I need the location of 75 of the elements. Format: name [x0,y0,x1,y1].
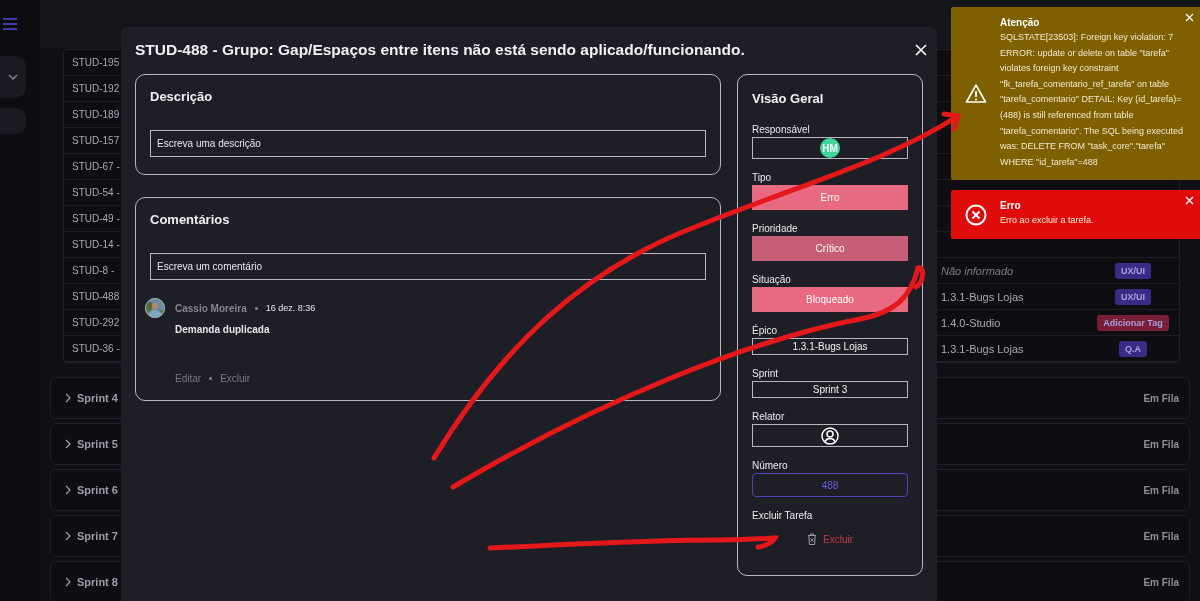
chevron-right-icon [65,577,71,587]
field-label: Prioridade [752,223,799,234]
section-heading: Visão Geral [752,91,825,106]
trash-icon [807,533,817,545]
close-icon [1185,13,1194,22]
field-label: Épico [752,325,778,336]
sprint-name: Sprint 8 [77,576,118,588]
comment-field[interactable]: Escreva um comentário [150,253,706,280]
toast-title: Erro [1000,200,1022,212]
comment-text: Demanda duplicada [175,324,271,335]
tag-badge[interactable]: UX/UI [1115,288,1151,305]
field-label: Responsável [752,124,811,135]
field-label: Tipo [752,172,773,183]
sprint-name: Sprint 5 [77,438,118,450]
chevron-right-icon [65,485,71,495]
sprint-name: Sprint 7 [77,530,118,542]
select-field[interactable]: 1.3.1-Bugs Lojas [752,338,908,355]
task-id[interactable]: STUD-192 [72,83,120,94]
field-label: Excluir Tarefa [752,510,814,521]
task-id[interactable]: STUD-8 - [72,265,115,276]
error-icon [965,203,987,226]
task-id[interactable]: STUD-36 - [72,343,120,354]
epic-cell-text: 1.3.1-Bugs Lojas [940,290,1024,303]
sprint-status: Em Fila [1143,576,1179,588]
comment-action-link[interactable]: Editar [175,373,202,384]
separator-dot [254,306,258,310]
task-id[interactable]: STUD-49 - [72,213,120,224]
tag-badge[interactable]: Q.A [1119,340,1147,357]
comment-author: Cassio Moreira [175,302,247,314]
task-id[interactable]: STUD-157 [72,135,120,146]
task-id[interactable]: STUD-195 [72,57,120,68]
warning-icon [965,82,987,105]
close-icon [915,44,927,56]
comment-time: 16 dez. 8:36 [265,303,316,313]
chevron-right-icon [65,439,71,449]
sprint-status: Em Fila [1143,438,1179,450]
chevron-right-icon [65,393,71,403]
close-button[interactable] [915,44,927,56]
field-label: Situação [752,274,792,285]
toast-message: SQLSTATE[23503]: Foreign key violation: 7 ERROR: update or delete on table "tarefa" violates foreign key constraint "fk_tarefa_comentario_ref_tarefa" on table "tarefa_comentario" DETAIL: Key (id_tarefa)=(488) is still referenced from table "tarefa_comentario". The SQL being executed was: DELETE FROM "task_core"."tarefa" WHERE "id_tarefa"=488 [1000,31,1184,169]
user-icon [821,426,839,445]
field-label: Número [752,460,789,471]
task-id[interactable]: STUD-14 - [72,239,120,250]
field-label: Sprint [752,368,780,379]
comment-action-link[interactable]: Excluir [220,373,251,384]
description-field[interactable]: Escreva uma descrição [150,130,706,157]
field-label: Relator [752,411,786,422]
epic-cell-text: 1.3.1-Bugs Lojas [940,342,1024,355]
chevron-down-icon[interactable] [8,74,18,80]
select-field[interactable]: Sprint 3 [752,381,908,398]
task-id[interactable]: STUD-189 [72,109,120,120]
sprint-status: Em Fila [1143,392,1179,404]
avatar-badge: HM [820,138,840,158]
sprint-name: Sprint 6 [77,484,118,496]
section-heading: Descrição [150,89,214,104]
tag-badge[interactable]: Adicionar Tag [1097,314,1169,331]
modal-title: STUD-488 - Grupo: Gap/Espaços entre itens não está sendo aplicado/funcionando. [135,41,745,59]
sprint-name: Sprint 4 [77,392,118,404]
sprint-status: Em Fila [1143,530,1179,542]
task-id[interactable]: STUD-67 - [72,161,120,172]
reporter-field[interactable] [752,424,908,447]
epic-cell-text: Não informado [940,264,1014,277]
sprint-status: Em Fila [1143,484,1179,496]
toast-title: Atenção [1000,17,1041,28]
toast-message: Erro ao excluir a tarefa. [1000,214,1095,228]
task-id[interactable]: STUD-54 - [72,187,120,198]
chevron-right-icon [65,531,71,541]
epic-cell-text: 1.4.0-Studio [940,316,1001,329]
section-heading: Comentários [150,212,231,227]
select-field[interactable]: Crítico [752,236,908,261]
close-icon [1185,196,1194,206]
separator-dot [209,377,213,380]
task-id[interactable]: STUD-292 [72,317,120,328]
task-id[interactable]: STUD-488 [72,291,120,302]
tag-badge[interactable]: UX/UI [1115,262,1151,279]
